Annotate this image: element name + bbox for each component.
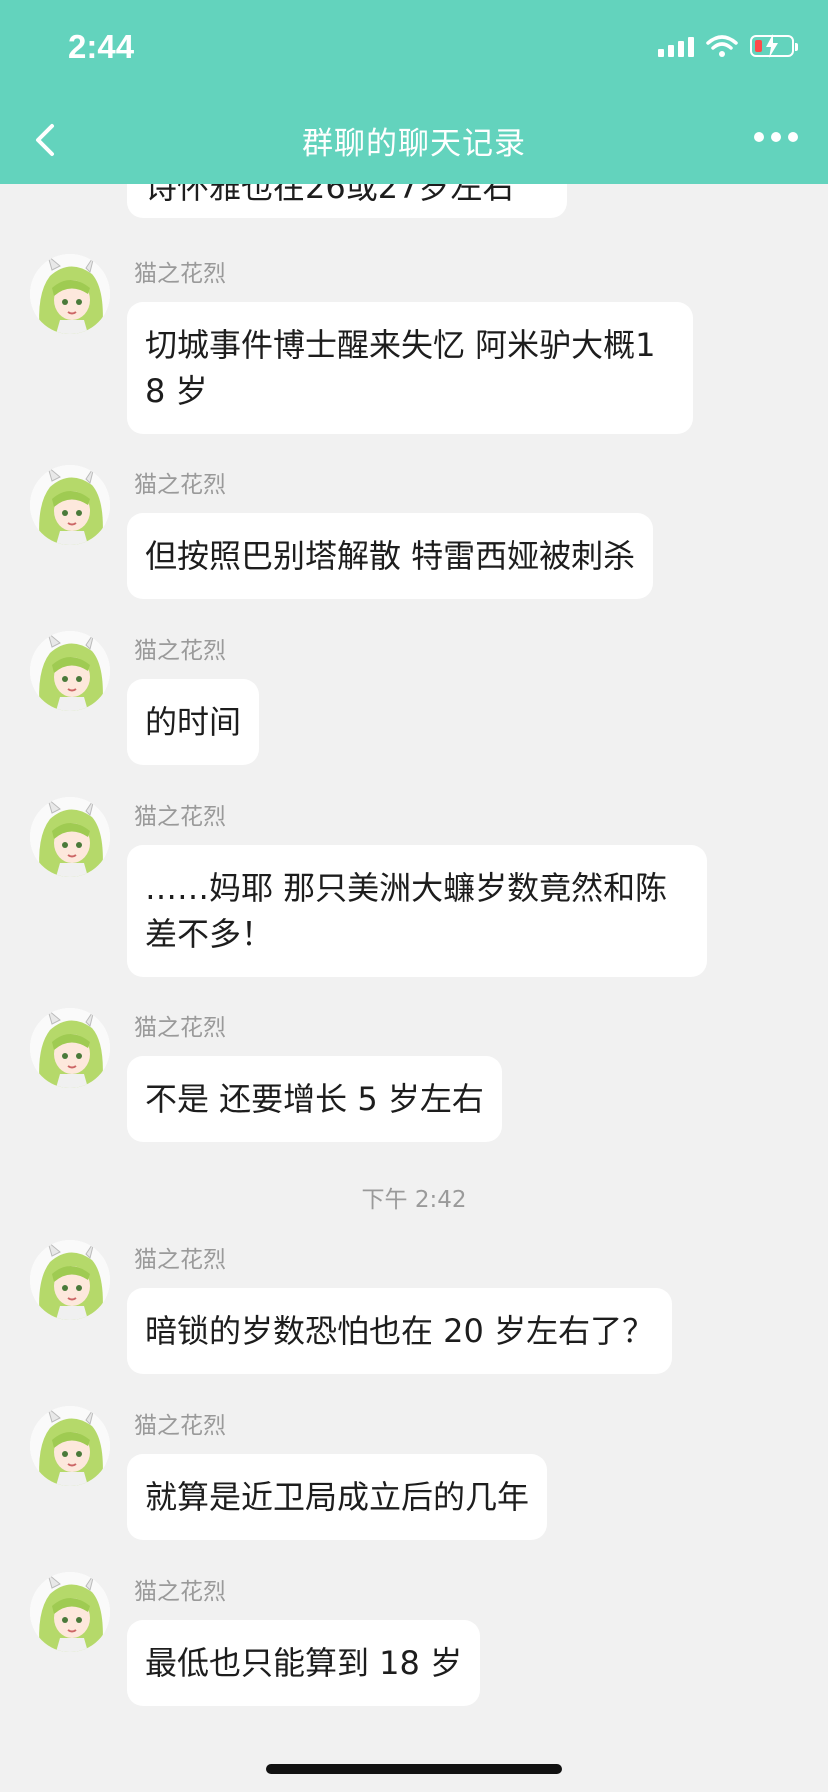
top-bar: 2:44 群聊的聊天记录 (0, 0, 828, 184)
message-bubble[interactable]: ……妈耶 那只美洲大蠊岁数竟然和陈差不多！ (127, 845, 707, 977)
sender-name: 猫之花烈 (134, 1579, 226, 1605)
wifi-icon (706, 35, 738, 57)
more-dots-icon[interactable] (754, 132, 798, 142)
avatar-image (30, 254, 110, 334)
message-bubble[interactable]: 暗锁的岁数恐怕也在 20 岁左右了？ (127, 1288, 673, 1374)
chat-history-screen: 诗怀雅也在26或27岁左右 猫之花烈 切城事件博士醒来失忆 阿米驴大概18 岁 (0, 0, 828, 1792)
avatar-image (30, 1008, 110, 1088)
charging-bolt-icon (766, 34, 778, 58)
avatar-image (30, 1572, 110, 1652)
cellular-signal-icon (658, 35, 694, 57)
message-bubble[interactable]: 但按照巴别塔解散 特雷西娅被刺杀 (127, 513, 654, 599)
sender-name: 猫之花烈 (134, 638, 226, 664)
status-time: 2:44 (68, 28, 135, 65)
avatar-image (30, 465, 110, 545)
avatar[interactable] (30, 1406, 110, 1486)
message-bubble[interactable]: 的时间 (127, 679, 260, 765)
avatar-image (30, 1406, 110, 1486)
avatar[interactable] (30, 797, 110, 877)
avatar-image (30, 1240, 110, 1320)
sender-name: 猫之花烈 (134, 1413, 226, 1439)
message-bubble[interactable]: 不是 还要增长 5 岁左右 (127, 1056, 502, 1142)
avatar-image (30, 631, 110, 711)
message-bubble[interactable]: 就算是近卫局成立后的几年 (127, 1454, 548, 1540)
sender-name: 猫之花烈 (134, 1015, 226, 1041)
time-divider: 下午 2:42 (361, 1187, 467, 1213)
avatar[interactable] (30, 1240, 110, 1320)
sender-name: 猫之花烈 (134, 261, 226, 287)
chat-area[interactable]: 诗怀雅也在26或27岁左右 猫之花烈 切城事件博士醒来失忆 阿米驴大概18 岁 (0, 0, 828, 1792)
avatar[interactable] (30, 1572, 110, 1652)
sender-name: 猫之花烈 (134, 472, 226, 498)
sender-name: 猫之花烈 (134, 804, 226, 830)
message-bubble[interactable]: 最低也只能算到 18 岁 (127, 1620, 481, 1706)
battery-level (755, 40, 762, 52)
avatar[interactable] (30, 631, 110, 711)
avatar[interactable] (30, 1008, 110, 1088)
status-icons (658, 34, 798, 58)
battery-icon (750, 34, 798, 58)
page-title: 群聊的聊天记录 (302, 126, 526, 162)
sender-name: 猫之花烈 (134, 1247, 226, 1273)
avatar-image (30, 797, 110, 877)
avatar[interactable] (30, 465, 110, 545)
message-bubble[interactable]: 切城事件博士醒来失忆 阿米驴大概18 岁 (127, 302, 693, 434)
avatar[interactable] (30, 254, 110, 334)
home-indicator[interactable] (266, 1764, 562, 1774)
